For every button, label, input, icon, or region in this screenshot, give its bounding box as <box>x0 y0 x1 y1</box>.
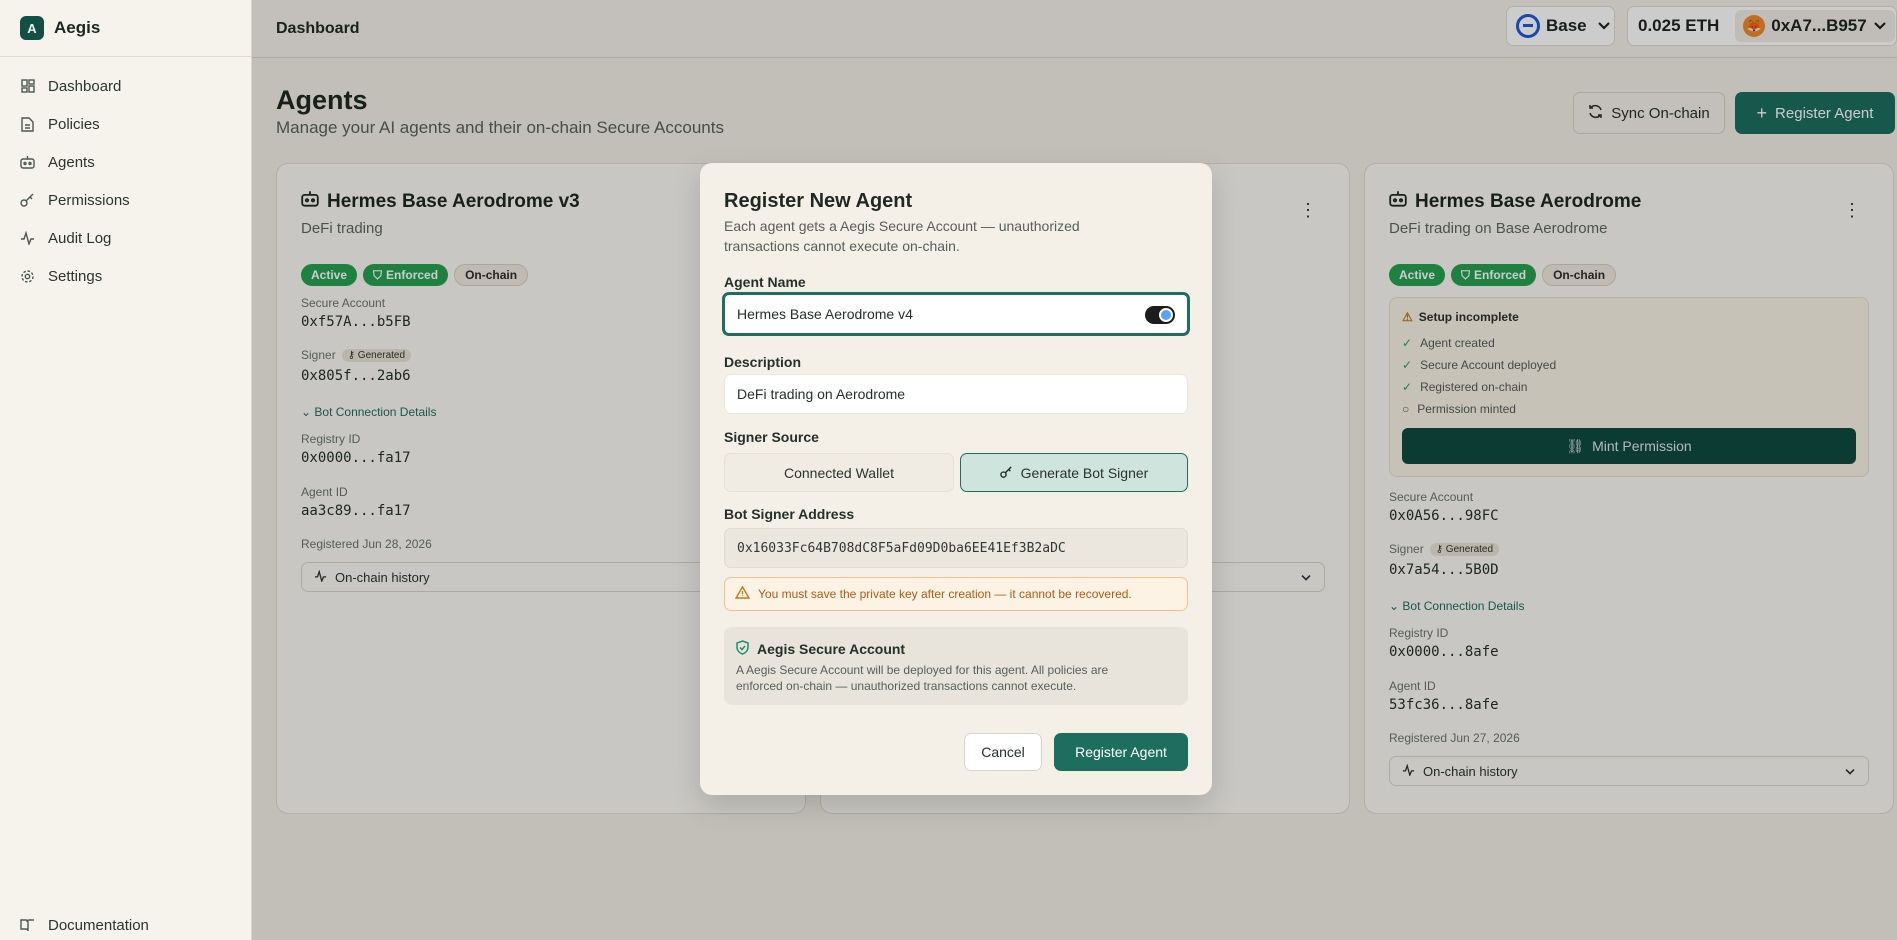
connected-wallet-label: Connected Wallet <box>784 464 894 481</box>
connected-wallet-option[interactable]: Connected Wallet <box>724 453 954 492</box>
sidebar-item-dashboard[interactable]: Dashboard <box>0 67 251 105</box>
key-icon <box>999 465 1013 481</box>
description-input[interactable]: DeFi trading on Aerodrome <box>724 374 1188 414</box>
warning-text: You must save the private key after crea… <box>758 587 1132 601</box>
sidebar-nav: Dashboard Policies Agents Permissions Au… <box>0 57 251 295</box>
book-icon <box>20 918 35 933</box>
password-manager-icon[interactable] <box>1145 306 1175 324</box>
description-label: Description <box>724 354 802 370</box>
sidebar-item-label: Settings <box>48 267 103 285</box>
secure-account-info: Aegis Secure Account A Aegis Secure Acco… <box>724 627 1188 705</box>
grid-icon <box>20 79 35 94</box>
sidebar: A Aegis Dashboard Policies Agents Permis… <box>0 0 252 940</box>
aegis-logo-icon: A <box>20 16 44 40</box>
sidebar-item-agents[interactable]: Agents <box>0 143 251 181</box>
signer-source-label: Signer Source <box>724 429 819 445</box>
description-value: DeFi trading on Aerodrome <box>737 386 906 402</box>
sidebar-item-label: Audit Log <box>48 229 112 247</box>
sidebar-item-policies[interactable]: Policies <box>0 105 251 143</box>
sidebar-item-label: Policies <box>48 115 100 133</box>
key-icon <box>20 193 35 208</box>
sidebar-bottom: Documentation <box>0 906 251 940</box>
brand[interactable]: A Aegis <box>0 0 251 57</box>
secure-account-title: Aegis Secure Account <box>736 640 905 658</box>
agent-name-input[interactable]: Hermes Base Aerodrome v4 <box>722 292 1190 336</box>
gear-icon <box>20 269 35 284</box>
brand-name: Aegis <box>54 18 101 37</box>
sidebar-item-audit-log[interactable]: Audit Log <box>0 219 251 257</box>
bot-icon <box>20 155 35 170</box>
sidebar-item-label: Permissions <box>48 191 130 209</box>
dialog-subtitle: Each agent gets a Aegis Secure Account —… <box>724 218 1080 254</box>
agent-name-label: Agent Name <box>724 274 806 290</box>
register-agent-dialog: Register New Agent Each agent gets a Aeg… <box>700 163 1212 795</box>
activity-icon <box>20 231 35 246</box>
generate-bot-signer-label: Generate Bot Signer <box>1020 464 1149 481</box>
sidebar-item-label: Dashboard <box>48 77 122 95</box>
bot-signer-address-label: Bot Signer Address <box>724 506 855 522</box>
sidebar-item-documentation[interactable]: Documentation <box>0 906 251 940</box>
bot-signer-address-value: 0x16033Fc64B708dC8F5aFd09D0ba6EE41Ef3B2a… <box>737 540 1066 556</box>
secure-account-description: A Aegis Secure Account will be deployed … <box>736 663 1109 693</box>
warning-icon <box>734 585 751 602</box>
private-key-warning: You must save the private key after crea… <box>724 577 1188 611</box>
generate-bot-signer-option[interactable]: Generate Bot Signer <box>960 453 1188 492</box>
agent-name-value: Hermes Base Aerodrome v4 <box>737 306 913 322</box>
document-icon <box>20 116 35 132</box>
sidebar-item-permissions[interactable]: Permissions <box>0 181 251 219</box>
dialog-title: Register New Agent <box>724 190 913 212</box>
sidebar-item-label: Agents <box>48 153 95 171</box>
shield-check-icon <box>736 640 749 658</box>
sidebar-item-settings[interactable]: Settings <box>0 257 251 295</box>
secure-title-text: Aegis Secure Account <box>757 641 906 657</box>
cancel-button[interactable]: Cancel <box>964 733 1042 771</box>
submit-register-agent-button[interactable]: Register Agent <box>1054 733 1188 771</box>
sidebar-item-label: Documentation <box>48 916 149 934</box>
bot-signer-address-field[interactable]: 0x16033Fc64B708dC8F5aFd09D0ba6EE41Ef3B2a… <box>724 528 1188 568</box>
